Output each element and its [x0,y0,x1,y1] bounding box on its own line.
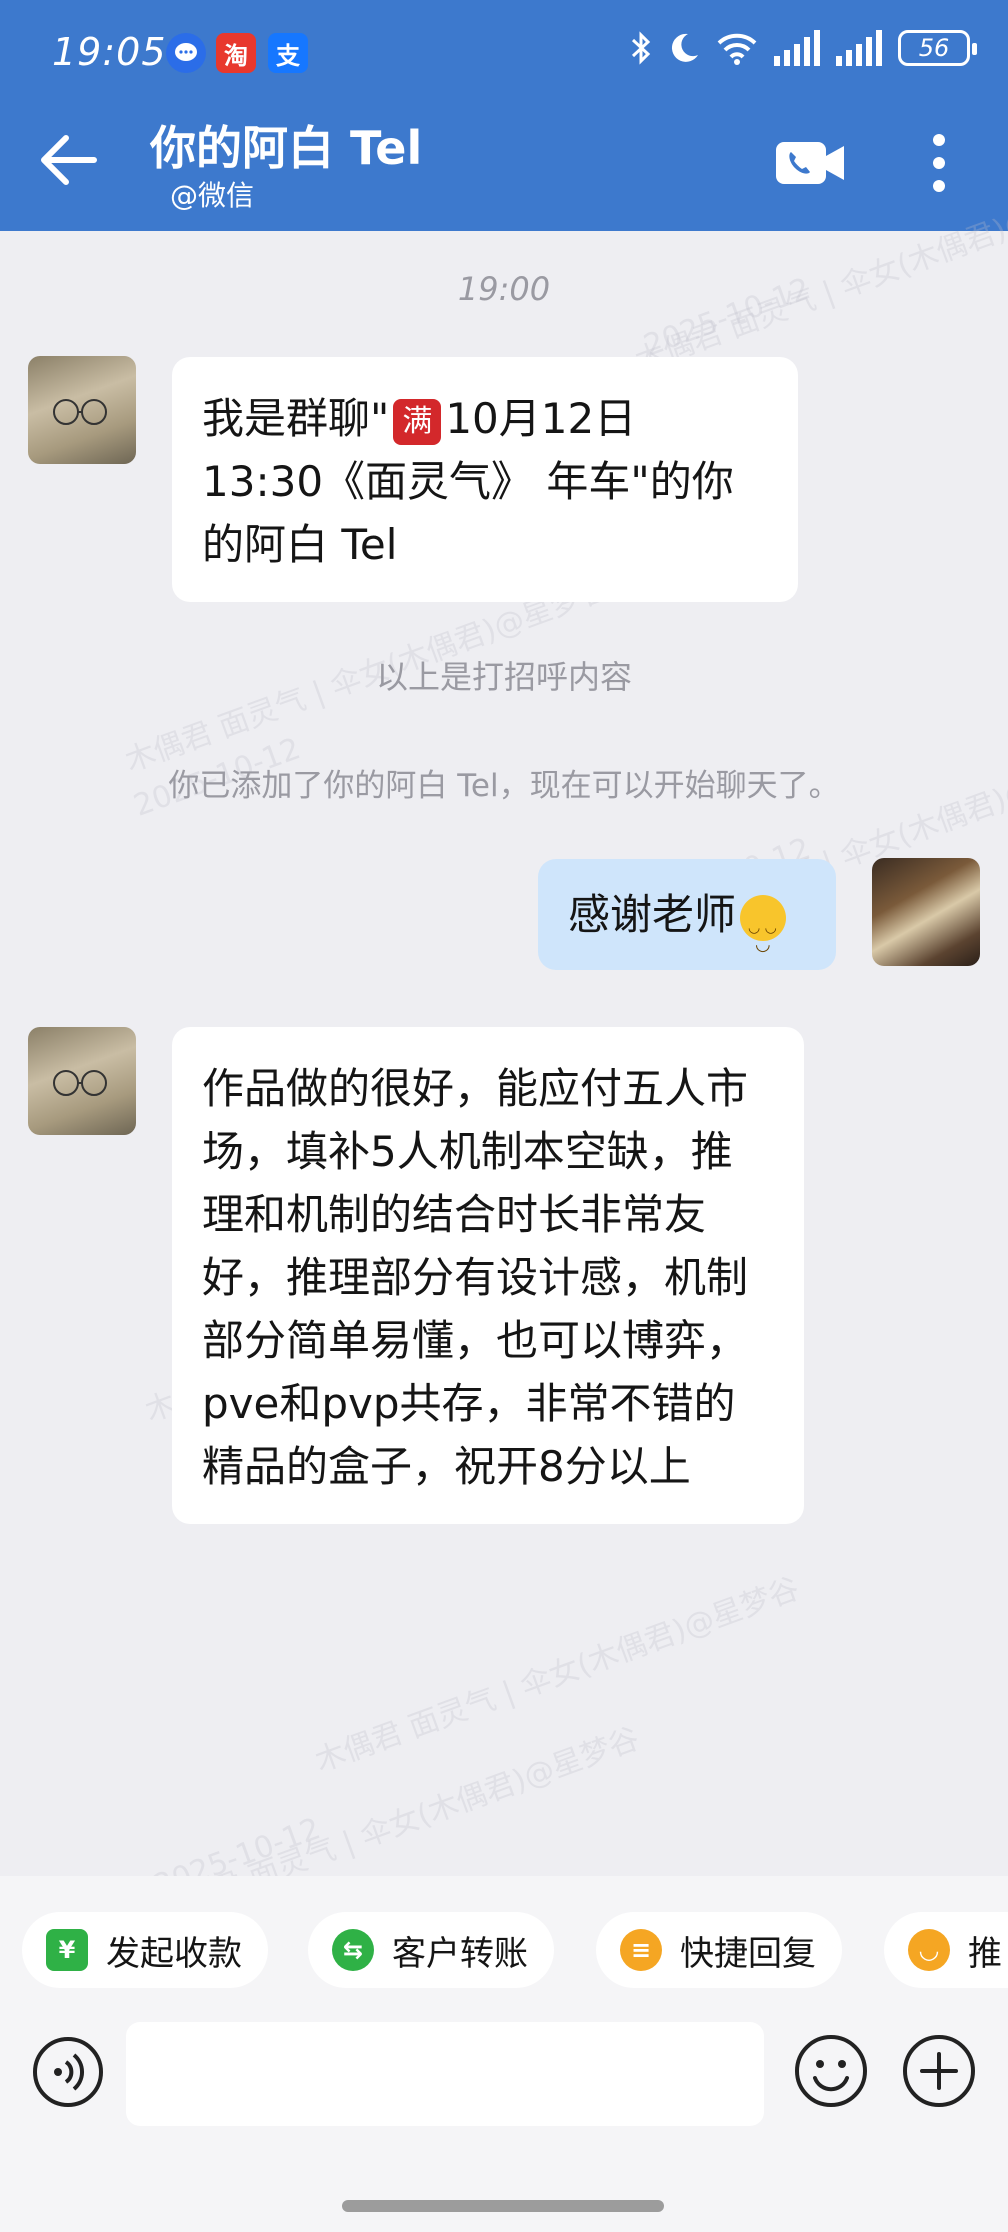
message-text: 我是群聊" [202,394,390,443]
status-bar: 19:05 淘 支 56 [0,0,1008,110]
battery-indicator: 56 [898,30,977,66]
chat-subtitle: @微信 [170,179,255,212]
chip-label: 快捷回复 [680,1933,816,1974]
home-indicator[interactable] [342,2200,664,2212]
chip-label: 客户转账 [392,1933,528,1974]
chat-title: 你的阿白 Tel [150,121,423,175]
message-text: 作品做的很好，能应付五人市场，填补5人机制本空缺，推理和机制的结合时长非常友好，… [202,1064,749,1491]
transfer-icon: ⇆ [332,1929,374,1971]
time-divider: 19:00 [457,270,551,308]
chip-label: 发起收款 [106,1933,242,1974]
payment-icon: ¥ [46,1929,88,1971]
request-payment-button[interactable]: ¥ 发起收款 [22,1912,268,1988]
contact-avatar[interactable] [28,1027,136,1135]
recommend-button[interactable]: ◡ 推 [884,1912,1008,1988]
smile-emoji-icon [740,894,787,976]
add-more-icon[interactable] [902,2034,976,2108]
my-avatar[interactable] [872,858,980,966]
alipay-notification-icon: 支 [268,33,308,73]
signal-icon-1 [774,30,820,66]
voice-input-icon[interactable] [32,2036,104,2108]
status-icons: 56 [630,30,977,66]
back-arrow-icon[interactable] [36,128,100,192]
status-time: 19:05 [52,30,167,74]
recommend-icon: ◡ [908,1929,950,1971]
chip-label: 推 [968,1933,1002,1974]
quick-reply-button[interactable]: ≡ 快捷回复 [596,1912,842,1988]
video-call-icon[interactable] [774,140,846,186]
message-bubble-outgoing[interactable]: 感谢老师 [538,859,836,976]
emoji-picker-icon[interactable] [794,2034,868,2108]
app-header: 19:05 淘 支 56 你的阿白 Tel @微信 [0,0,1008,231]
customer-transfer-button[interactable]: ⇆ 客户转账 [308,1912,554,1988]
contact-avatar[interactable] [28,356,136,464]
message-text: 感谢老师 [568,890,737,939]
moon-icon [671,33,698,62]
added-contact-note: 你已添加了你的阿白 Tel，现在可以开始聊天了。 [168,768,840,804]
more-options-icon[interactable] [924,132,954,194]
bluetooth-icon [631,31,651,65]
message-bubble-incoming[interactable]: 作品做的很好，能应付五人市场，填补5人机制本空缺，推理和机制的结合时长非常友好，… [172,1027,804,1524]
signal-icon-2 [836,30,882,66]
quick-reply-icon: ≡ [620,1929,662,1971]
message-notification-icon [166,33,206,73]
taobao-notification-icon: 淘 [216,33,256,73]
greeting-note: 以上是打招呼内容 [375,658,632,696]
full-badge: 满 [393,398,442,445]
message-input[interactable] [126,2022,764,2126]
watermark: 木偶君 面灵气 | 伞女(木偶君)@星梦谷 [310,1571,804,1780]
message-bubble-incoming[interactable]: 我是群聊" 满 10月12日 13:30《面灵气》 年车"的你的阿白 Tel [172,357,798,602]
wifi-icon [717,33,757,65]
